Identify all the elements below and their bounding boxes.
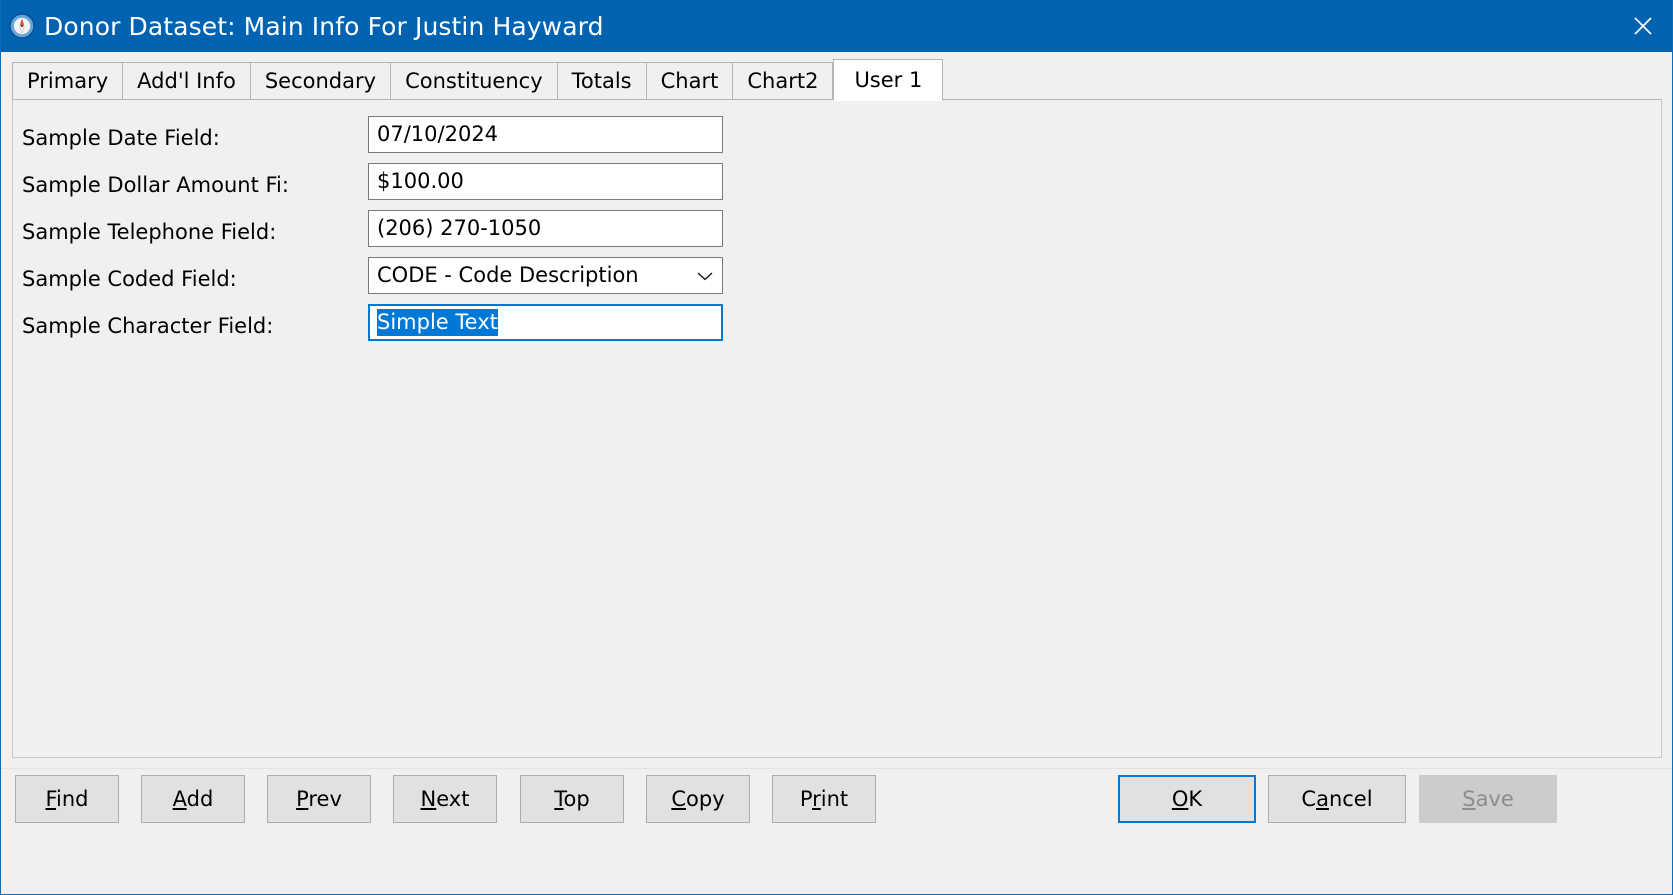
- title-bar: Donor Dataset: Main Info For Justin Hayw…: [1, 0, 1672, 52]
- tab-strip: Primary Add'l Info Secondary Constituency To…: [12, 58, 944, 101]
- print-button[interactable]: Print: [772, 775, 876, 823]
- top-button[interactable]: Top: [520, 775, 624, 823]
- tab-primary[interactable]: Primary: [12, 62, 123, 100]
- tab-user-1[interactable]: User 1: [833, 59, 944, 101]
- sample-telephone-field[interactable]: (206) 270-1050: [368, 210, 723, 247]
- tab-add-l-info[interactable]: Add'l Info: [122, 62, 250, 100]
- sample-character-field[interactable]: Simple Text: [368, 304, 723, 341]
- ok-button[interactable]: OK: [1118, 775, 1256, 823]
- sample-telephone-field-label: Sample Telephone Field:: [22, 220, 277, 244]
- save-button-label: Save: [1462, 787, 1514, 811]
- ok-button-label: OK: [1171, 787, 1203, 811]
- prev-button-label: Prev: [296, 787, 342, 811]
- find-button-label: Find: [45, 787, 89, 811]
- next-button[interactable]: Next: [393, 775, 497, 823]
- tab-secondary[interactable]: Secondary: [249, 62, 391, 100]
- tab-totals[interactable]: Totals: [556, 62, 646, 100]
- sample-dollar-amount-field-value: $100.00: [377, 169, 464, 193]
- prev-button[interactable]: Prev: [267, 775, 371, 823]
- add-button[interactable]: Add: [141, 775, 245, 823]
- tab-chart[interactable]: Chart: [645, 62, 733, 100]
- add-button-label: Add: [172, 787, 214, 811]
- sample-coded-field-label: Sample Coded Field:: [22, 267, 237, 291]
- window-title: Donor Dataset: Main Info For Justin Hayw…: [44, 11, 604, 41]
- tab-chart2[interactable]: Chart2: [732, 62, 834, 100]
- dialog-button-bar: Find Add Prev Next Top Copy Print OK Cancel Save: [1, 768, 1672, 894]
- compass-icon: [9, 13, 35, 39]
- sample-dollar-amount-field[interactable]: $100.00: [368, 163, 723, 200]
- save-button: Save: [1419, 775, 1557, 823]
- tab-constituency[interactable]: Constituency: [390, 62, 557, 100]
- sample-coded-field[interactable]: CODE - Code Description: [368, 257, 723, 294]
- tab-page-user-1: Sample Date Field: 07/10/2024 Sample Dolla…: [12, 99, 1662, 758]
- sample-character-field-value: Simple Text: [377, 309, 498, 336]
- sample-date-field[interactable]: 07/10/2024: [368, 116, 723, 153]
- sample-date-field-label: Sample Date Field:: [22, 126, 220, 150]
- sample-telephone-field-value: (206) 270-1050: [377, 216, 542, 240]
- sample-character-field-label: Sample Character Field:: [22, 314, 274, 338]
- close-icon[interactable]: [1612, 0, 1672, 52]
- sample-date-field-value: 07/10/2024: [377, 122, 499, 146]
- top-button-label: Top: [554, 787, 590, 811]
- dialog-window: Donor Dataset: Main Info For Justin Hayw…: [0, 0, 1673, 895]
- cancel-button[interactable]: Cancel: [1268, 775, 1406, 823]
- find-button[interactable]: Find: [15, 775, 119, 823]
- next-button-label: Next: [420, 787, 470, 811]
- copy-button-label: Copy: [671, 787, 725, 811]
- sample-coded-field-value: CODE - Code Description: [377, 263, 639, 287]
- close-glyph: [1634, 17, 1652, 35]
- cancel-button-label: Cancel: [1301, 787, 1373, 811]
- sample-dollar-amount-field-label: Sample Dollar Amount Fi:: [22, 173, 289, 197]
- print-button-label: Print: [799, 787, 849, 811]
- chevron-down-icon[interactable]: [697, 258, 713, 293]
- copy-button[interactable]: Copy: [646, 775, 750, 823]
